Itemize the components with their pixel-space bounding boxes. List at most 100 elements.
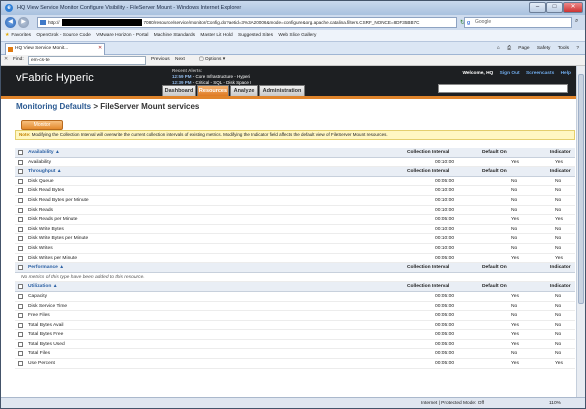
note-banner: Note: Modifying the Collection Interval … bbox=[15, 130, 575, 140]
close-window-button[interactable]: ✕ bbox=[563, 2, 583, 13]
title-bar: e HQ View Service Monitor Configure Visi… bbox=[1, 1, 585, 15]
metric-checkbox[interactable] bbox=[18, 188, 23, 194]
close-find-icon[interactable]: ✕ bbox=[4, 55, 8, 65]
metric-name: Disk Writes bbox=[28, 245, 53, 251]
tab-dashboard[interactable]: Dashboard bbox=[162, 85, 196, 96]
indicator: No bbox=[555, 313, 562, 319]
select-all-checkbox[interactable] bbox=[18, 284, 23, 290]
metric-checkbox[interactable] bbox=[18, 293, 23, 299]
favorites-button[interactable]: Favorites bbox=[11, 33, 31, 38]
metric-checkbox[interactable] bbox=[18, 226, 23, 232]
default-on: No bbox=[511, 245, 518, 251]
metric-name: Capacity bbox=[28, 293, 48, 299]
metric-name: Total Bytes Used bbox=[28, 341, 65, 347]
indicator: No bbox=[555, 226, 562, 232]
metric-checkbox[interactable] bbox=[18, 322, 23, 328]
table-row: Use Percent 00:05:00 Yes Yes bbox=[15, 359, 575, 369]
find-previous-button[interactable]: Previous bbox=[151, 55, 170, 65]
default-on-header: Default On bbox=[482, 169, 507, 175]
section-title-link[interactable]: Performance ▲ bbox=[28, 263, 64, 273]
fav-item-1[interactable]: VMware Horizon - Portal bbox=[96, 33, 148, 38]
minimize-button[interactable]: – bbox=[529, 2, 546, 13]
find-options-button[interactable]: ▢ Options ▾ bbox=[199, 55, 225, 65]
metric-checkbox[interactable] bbox=[18, 361, 23, 367]
collection-interval-header: Collection Interval bbox=[407, 265, 450, 271]
screencasts-link[interactable]: Screencasts bbox=[526, 71, 554, 76]
tools-menu[interactable]: Tools bbox=[558, 46, 569, 51]
help-icon[interactable]: ? bbox=[576, 46, 579, 51]
sign-out-link[interactable]: Sign Out bbox=[500, 71, 520, 76]
close-tab-icon[interactable]: ✕ bbox=[98, 44, 102, 54]
resource-search-input[interactable] bbox=[438, 84, 568, 93]
collection-interval-header: Collection Interval bbox=[407, 284, 450, 290]
scrollbar-thumb[interactable] bbox=[578, 74, 584, 304]
monitor-button[interactable]: Monitor bbox=[21, 120, 63, 130]
metric-checkbox[interactable] bbox=[18, 313, 23, 319]
tab-administration[interactable]: Administration bbox=[259, 85, 305, 96]
fav-item-3[interactable]: Master Lit Hold bbox=[200, 33, 232, 38]
select-all-checkbox[interactable] bbox=[18, 150, 23, 155]
maximize-button[interactable]: □ bbox=[546, 2, 563, 13]
vertical-scrollbar[interactable] bbox=[576, 66, 585, 397]
search-icon[interactable]: ⌕ bbox=[575, 18, 578, 25]
fav-item-2[interactable]: Machine Standards bbox=[154, 33, 195, 38]
section-title-link[interactable]: Availability ▲ bbox=[28, 148, 60, 158]
metric-checkbox[interactable] bbox=[18, 207, 23, 213]
metric-checkbox[interactable] bbox=[18, 236, 23, 242]
tab-resources[interactable]: Resources bbox=[197, 85, 229, 96]
collection-interval: 00:05:00 bbox=[435, 322, 455, 328]
metric-checkbox[interactable] bbox=[18, 341, 23, 347]
default-on: No bbox=[511, 197, 518, 203]
back-arrow-icon[interactable]: ◀ bbox=[5, 17, 16, 28]
indicator: No bbox=[555, 236, 562, 242]
metric-checkbox[interactable] bbox=[18, 303, 23, 309]
select-all-checkbox[interactable] bbox=[18, 169, 23, 175]
find-input[interactable]: em-cs-te bbox=[28, 56, 146, 65]
metric-name: Disk Writes per Minute bbox=[28, 255, 78, 261]
metric-checkbox[interactable] bbox=[18, 255, 23, 261]
fav-item-0[interactable]: OpenGrok - Source Code bbox=[36, 33, 90, 38]
help-link[interactable]: Help bbox=[561, 71, 571, 76]
page-title: Monitoring Defaults > FileServer Mount s… bbox=[16, 102, 200, 111]
search-input[interactable]: g Google bbox=[464, 17, 572, 28]
forward-arrow-icon[interactable]: ▶ bbox=[18, 17, 29, 28]
metric-checkbox[interactable] bbox=[18, 159, 23, 165]
default-on: Yes bbox=[511, 332, 519, 338]
section-title-link[interactable]: Utilization ▲ bbox=[28, 282, 58, 292]
home-icon[interactable]: ⌂ bbox=[497, 46, 500, 51]
ie-logo-icon: e bbox=[5, 4, 13, 12]
indicator: Yes bbox=[555, 217, 563, 223]
metric-checkbox[interactable] bbox=[18, 351, 23, 357]
fav-item-5[interactable]: Web Slice Gallery bbox=[278, 33, 316, 38]
tab-analyze[interactable]: Analyze bbox=[230, 85, 258, 96]
metric-name: Disk Service Time bbox=[28, 303, 68, 309]
collection-interval: 00:05:00 bbox=[435, 332, 455, 338]
print-icon[interactable]: ⎙ bbox=[507, 46, 511, 51]
table-row: Disk Read Bytes per Minute 00:10:00 No No bbox=[15, 196, 575, 206]
breadcrumb-link[interactable]: Monitoring Defaults bbox=[16, 102, 91, 111]
collection-interval: 00:10:00 bbox=[435, 159, 455, 165]
default-on: No bbox=[511, 178, 518, 184]
metric-checkbox[interactable] bbox=[18, 332, 23, 338]
metric-checkbox[interactable] bbox=[18, 217, 23, 223]
indicator: No bbox=[555, 322, 562, 328]
alert-link[interactable]: - Core Infrastructure - Hyperi bbox=[193, 74, 250, 79]
metric-checkbox[interactable] bbox=[18, 178, 23, 184]
page-menu[interactable]: Page bbox=[518, 46, 529, 51]
default-on: Yes bbox=[511, 341, 519, 347]
browser-tab[interactable]: HQ View Service Monit... ✕ bbox=[5, 43, 105, 55]
section-title-link[interactable]: Throughput ▲ bbox=[28, 167, 62, 177]
table-row: Total Files 00:05:00 No No bbox=[15, 349, 575, 360]
select-all-checkbox[interactable] bbox=[18, 265, 23, 271]
find-next-button[interactable]: Next bbox=[175, 55, 185, 65]
zoom-level[interactable]: 110% bbox=[549, 398, 561, 408]
metric-checkbox[interactable] bbox=[18, 245, 23, 251]
safety-menu[interactable]: Safety bbox=[537, 46, 551, 51]
metric-checkbox[interactable] bbox=[18, 197, 23, 203]
metric-name: Disk Reads per Minute bbox=[28, 217, 78, 223]
fav-item-4[interactable]: Suggested Sites bbox=[238, 33, 273, 38]
default-on: Yes bbox=[511, 361, 519, 367]
indicator-header: Indicator bbox=[550, 265, 571, 271]
collection-interval: 00:05:00 bbox=[435, 313, 455, 319]
url-input[interactable]: http://7080/resource/service/monitor/Con… bbox=[37, 17, 457, 28]
